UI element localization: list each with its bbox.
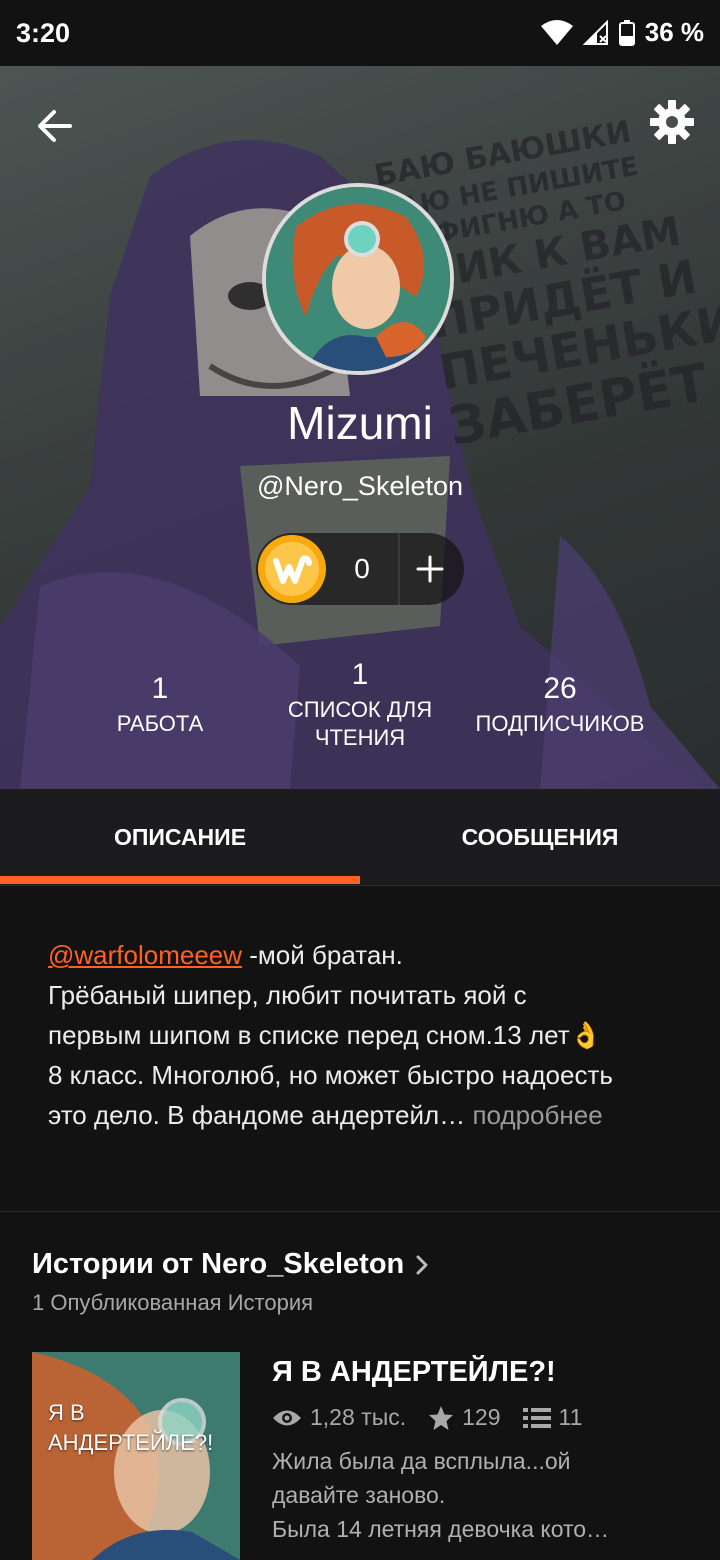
story-description-line: Жила была да всплыла...ой: [272, 1448, 571, 1474]
stories-header[interactable]: Истории от Nero_Skeleton: [32, 1248, 430, 1281]
stat-label: ПОДПИСЧИКОВ: [475, 711, 645, 736]
stat-label: РАБОТА: [116, 711, 204, 736]
stat-followers[interactable]: 26 ПОДПИСЧИКОВ: [460, 672, 660, 738]
description-text: 8 класс. Многолюб, но может быстро надое…: [48, 1060, 613, 1090]
story-stats: 1,28 тыс. 129 11: [272, 1404, 604, 1431]
chevron-right-icon: [416, 1255, 428, 1274]
description-text: это дело. В фандоме андертейл…: [48, 1100, 466, 1130]
list-icon: [522, 1407, 551, 1428]
star-icon: [429, 1405, 454, 1430]
username: @Nero_Skeleton: [256, 471, 464, 501]
back-button[interactable]: [32, 102, 80, 150]
plus-icon: [416, 555, 444, 583]
story-parts: 11: [522, 1404, 583, 1431]
avatar-image: [266, 187, 450, 371]
stories-title: Истории от Nero_Skeleton: [32, 1248, 405, 1280]
status-bar: 3:20 36 %: [0, 0, 720, 66]
story-title[interactable]: Я В АНДЕРТЕЙЛЕ?!: [272, 1356, 556, 1389]
stat-reading-list[interactable]: 1 СПИСОК ДЛЯ ЧТЕНИЯ: [270, 658, 450, 752]
wifi-icon: [540, 19, 573, 45]
cell-signal-icon: [582, 19, 608, 45]
profile-header: БАЮ БАЮШКИ БАЮ НЕ ПИШИТЕ НЕ ФИГНЮ А ТО П…: [0, 66, 720, 789]
eye-icon: [273, 1410, 301, 1425]
stories-count: 1 Опубликованная История: [32, 1290, 314, 1315]
mention-link[interactable]: @warfolomeeew: [48, 940, 242, 970]
story-description: Жила была да всплыла...ой давайте заново…: [272, 1444, 692, 1546]
coin-count: 0: [354, 553, 370, 584]
description-text: Грёбаный шипер, любит почитать яой с: [48, 980, 527, 1010]
profile-tabs: ОПИСАНИЕ СООБЩЕНИЯ: [0, 789, 720, 886]
profile-description: @warfolomeeew -мой братан. Грёбаный шипе…: [48, 935, 678, 1135]
views-count: 1,28 тыс.: [310, 1404, 407, 1430]
coin-balance: 0: [256, 533, 464, 605]
battery-percent: 36 %: [644, 17, 704, 47]
status-indicators: 36 %: [540, 17, 704, 48]
read-more-link[interactable]: подробнее: [472, 1100, 602, 1130]
display-name: Mizumi: [287, 397, 433, 449]
description-text: -мой братан.: [242, 940, 403, 970]
coin-icon[interactable]: [256, 533, 328, 605]
story-description-line: давайте заново.: [272, 1482, 446, 1508]
stat-works[interactable]: 1 РАБОТА: [90, 672, 230, 738]
stat-number: 1: [151, 672, 169, 705]
story-views: 1,28 тыс.: [272, 1404, 406, 1431]
arrow-left-icon: [38, 110, 72, 142]
description-text: первым шипом в списке перед сном.13 лет👌: [48, 1020, 602, 1050]
stat-number: 26: [543, 672, 577, 705]
tab-description[interactable]: ОПИСАНИЕ: [0, 789, 360, 885]
active-tab-indicator: [0, 876, 360, 884]
story-cover-title: Я В АНДЕРТЕЙЛЕ?!: [48, 1400, 214, 1455]
add-coins-button[interactable]: [400, 533, 464, 605]
battery-icon: [618, 19, 635, 46]
votes-count: 129: [462, 1404, 501, 1430]
settings-button[interactable]: [648, 98, 696, 146]
story-votes: 129: [428, 1404, 501, 1431]
parts-count: 11: [558, 1404, 583, 1430]
status-time: 3:20: [16, 18, 71, 48]
section-divider: [0, 1211, 720, 1212]
avatar[interactable]: [262, 183, 454, 375]
tab-messages[interactable]: СООБЩЕНИЯ: [360, 789, 720, 885]
story-description-line: Была 14 летняя девочка кото…: [272, 1516, 610, 1542]
story-cover[interactable]: Я В АНДЕРТЕЙЛЕ?!: [32, 1352, 240, 1560]
stat-label: СПИСОК ДЛЯ ЧТЕНИЯ: [287, 697, 433, 750]
stat-number: 1: [351, 658, 369, 691]
gear-icon: [650, 100, 694, 144]
